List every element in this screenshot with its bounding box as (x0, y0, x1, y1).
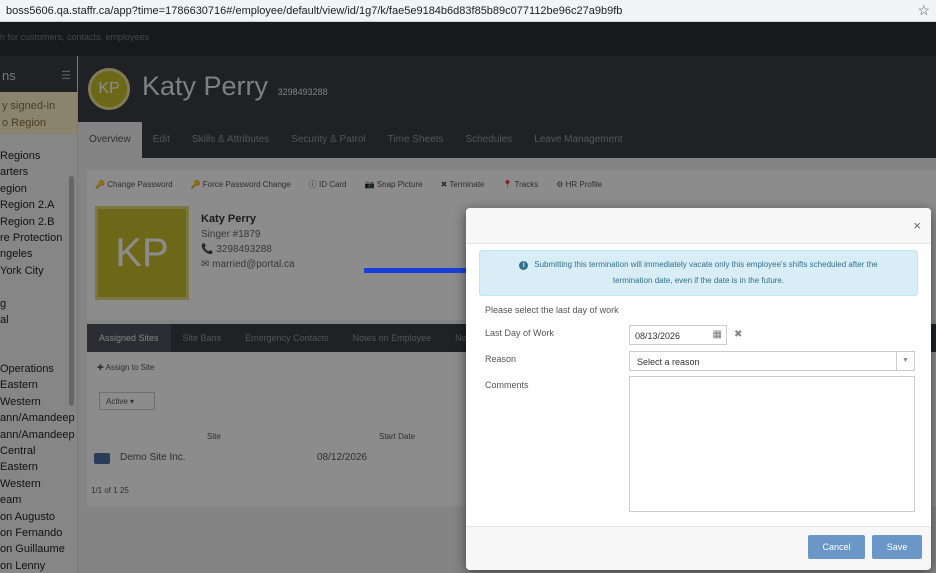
comments-textarea[interactable] (629, 376, 915, 512)
cancel-button[interactable]: Cancel (808, 535, 865, 559)
chevron-down-icon[interactable]: ▼ (896, 352, 914, 370)
clear-date-icon[interactable]: ✖ (734, 329, 742, 340)
last-day-input[interactable]: 08/13/2026 ▦ (629, 325, 727, 345)
comments-label: Comments (485, 380, 529, 390)
url-text[interactable]: boss5606.qa.staffr.ca/app?time=178663071… (6, 5, 917, 17)
alert-line-2: termination date, even if the date is in… (612, 276, 785, 285)
close-icon[interactable]: × (913, 218, 921, 233)
calendar-icon[interactable]: ▦ (713, 329, 722, 340)
browser-url-bar[interactable]: boss5606.qa.staffr.ca/app?time=178663071… (0, 0, 936, 22)
reason-placeholder: Select a reason (637, 357, 700, 367)
reason-label: Reason (485, 354, 517, 364)
reason-select[interactable]: Select a reason ▼ (629, 351, 915, 371)
alert-line-1: Submitting this termination will immedia… (534, 260, 878, 269)
prompt-text: Please select the last day of work (485, 305, 619, 315)
star-icon[interactable]: ☆ (917, 2, 930, 19)
save-button[interactable]: Save (872, 535, 922, 559)
info-icon: i (519, 261, 529, 270)
termination-alert: i Submitting this termination will immedi… (479, 250, 918, 296)
modal-header: × (466, 208, 931, 244)
annotation-arrow-line (364, 268, 472, 273)
modal-footer: Cancel Save (466, 526, 931, 570)
termination-modal: × i Submitting this termination will imme… (466, 208, 931, 570)
last-day-value: 08/13/2026 (635, 331, 681, 341)
last-day-label: Last Day of Work (485, 328, 554, 338)
